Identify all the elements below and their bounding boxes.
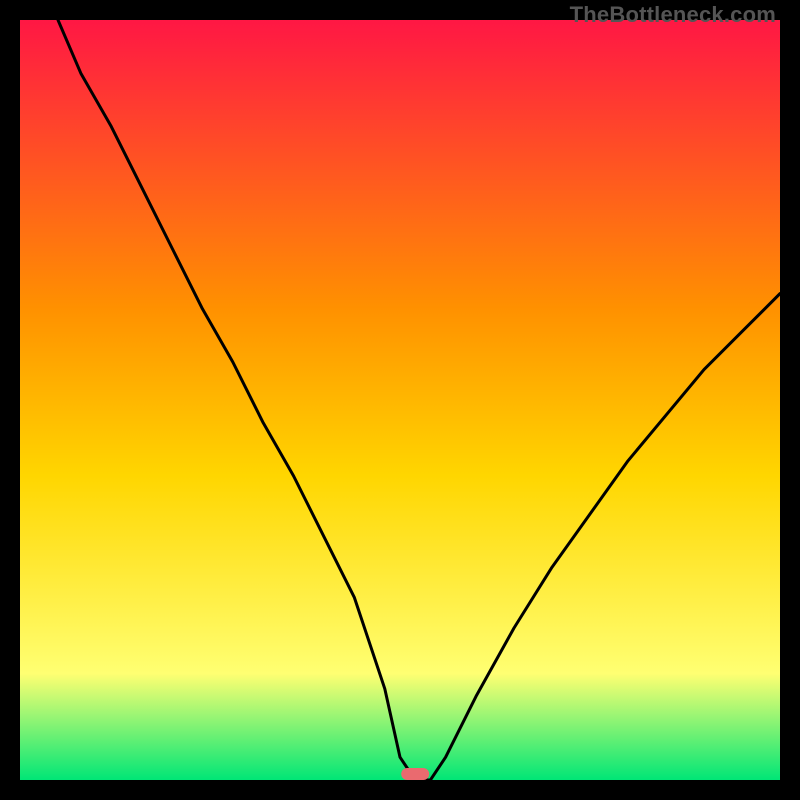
watermark-text: TheBottleneck.com bbox=[570, 2, 776, 28]
gradient-background bbox=[20, 20, 780, 780]
chart-svg bbox=[20, 20, 780, 780]
optimal-marker bbox=[401, 768, 429, 780]
bottleneck-chart bbox=[20, 20, 780, 780]
